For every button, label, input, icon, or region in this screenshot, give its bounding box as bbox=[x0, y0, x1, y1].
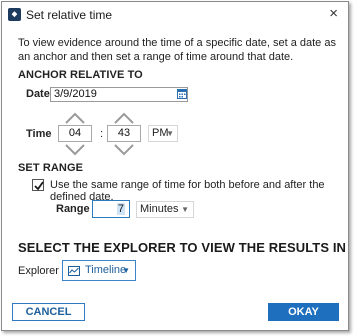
date-input[interactable]: 3/9/2019 bbox=[50, 87, 188, 102]
close-icon[interactable]: × bbox=[329, 5, 338, 22]
units-select[interactable]: Minutes ▼ bbox=[136, 201, 194, 218]
time-separator: : bbox=[100, 128, 104, 140]
okay-button[interactable]: OKAY bbox=[268, 303, 339, 321]
explorer-label: Explorer bbox=[18, 265, 59, 277]
chevron-down-icon: ▼ bbox=[122, 266, 130, 275]
timeline-icon bbox=[68, 266, 80, 276]
anchor-heading: ANCHOR RELATIVE TO bbox=[18, 69, 143, 81]
hour-down-chevron-icon[interactable] bbox=[65, 144, 85, 156]
time-label: Time bbox=[26, 128, 52, 140]
title-bar: ◆ Set relative time × bbox=[2, 2, 348, 28]
range-label: Range bbox=[56, 203, 90, 215]
range-heading: SET RANGE bbox=[18, 162, 84, 174]
app-icon: ◆ bbox=[8, 8, 21, 21]
dialog-title: Set relative time bbox=[26, 8, 113, 22]
explorer-value: Timeline bbox=[85, 264, 127, 276]
checkmark-icon bbox=[34, 181, 44, 191]
chevron-down-icon: ▼ bbox=[181, 205, 189, 214]
description-text: To view evidence around the time of a sp… bbox=[18, 37, 336, 63]
ampm-select[interactable]: PM ▼ bbox=[148, 125, 178, 142]
hour-input[interactable]: 04 bbox=[58, 125, 92, 142]
minute-input[interactable]: 43 bbox=[107, 125, 141, 142]
cancel-button[interactable]: CANCEL bbox=[12, 303, 85, 321]
minute-up-chevron-icon[interactable] bbox=[114, 112, 134, 124]
range-value: 7 bbox=[116, 203, 125, 215]
date-label: Date bbox=[26, 88, 50, 100]
minute-down-chevron-icon[interactable] bbox=[114, 144, 134, 156]
explorer-heading: SELECT THE EXPLORER TO VIEW THE RESULTS … bbox=[18, 240, 347, 255]
set-relative-time-dialog: ◆ Set relative time × To view evidence a… bbox=[1, 1, 349, 331]
same-range-checkbox[interactable] bbox=[32, 179, 44, 191]
range-input[interactable]: 7 bbox=[92, 200, 130, 218]
calendar-icon[interactable] bbox=[177, 88, 187, 99]
units-value: Minutes bbox=[140, 203, 179, 215]
chevron-down-icon: ▼ bbox=[166, 129, 174, 138]
hour-up-chevron-icon[interactable] bbox=[65, 112, 85, 124]
explorer-select[interactable]: Timeline ▼ bbox=[62, 260, 136, 281]
date-value: 3/9/2019 bbox=[54, 88, 97, 100]
